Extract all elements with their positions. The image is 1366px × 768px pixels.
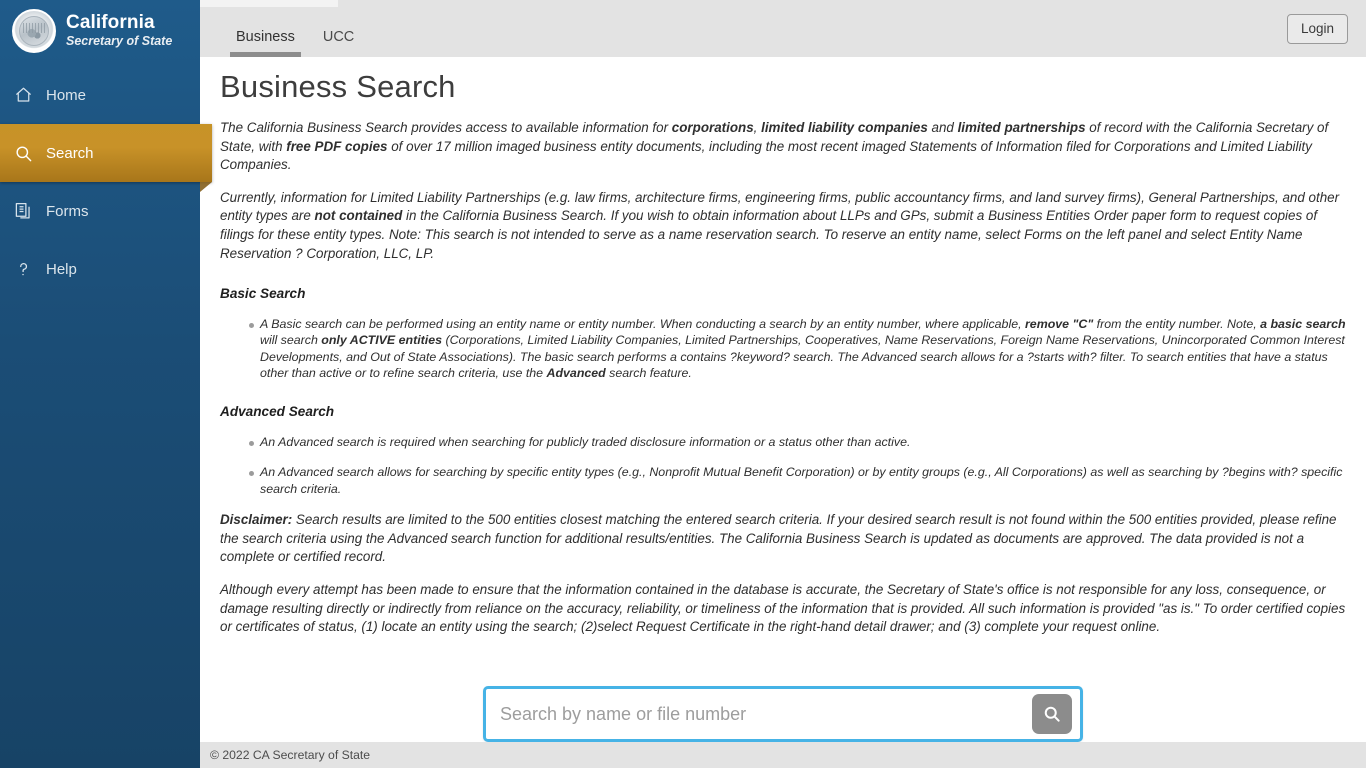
bs-b3: only ACTIVE entities	[321, 333, 443, 348]
basic-search-bullet: A Basic search can be performed using an…	[260, 316, 1346, 382]
list-item: A Basic search can be performed using an…	[220, 316, 1346, 382]
brand-header: California Secretary of State	[0, 0, 200, 62]
disclaimer-label: Disclaimer:	[220, 512, 293, 528]
bs-t3: will search	[260, 333, 322, 348]
login-button[interactable]: Login	[1286, 14, 1348, 44]
list-item: An Advanced search allows for searching …	[220, 464, 1346, 497]
bs-t5: search feature.	[605, 365, 692, 380]
page-root: California Secretary of State Home Searc…	[0, 0, 1366, 768]
top-bar: Business UCC Login	[200, 0, 1366, 57]
sidebar-item-help[interactable]: Help	[0, 240, 200, 298]
intro-b1: corporations	[671, 120, 754, 135]
california-state-seal-icon	[12, 9, 56, 53]
tab-ucc[interactable]: UCC	[309, 29, 368, 57]
advanced-search-bullet-2: An Advanced search allows for searching …	[260, 465, 1343, 496]
advanced-search-heading: Advanced Search	[220, 404, 335, 420]
sidebar-item-label: Home	[46, 86, 87, 104]
intro-t1: The California Business Search provides …	[220, 120, 672, 135]
search-bar[interactable]	[483, 686, 1083, 742]
sidebar-nav: Home Search Forms Help	[0, 66, 212, 298]
intro-paragraph: The California Business Search provides …	[220, 119, 1346, 175]
brand-title: California	[66, 12, 155, 34]
footer: © 2022 CA Secretary of State	[200, 742, 1366, 768]
search-icon	[14, 144, 40, 163]
legal-paragraph: Although every attempt has been made to …	[220, 581, 1346, 635]
tab-label: UCC	[322, 29, 355, 45]
sidebar-item-label: Search	[46, 144, 94, 162]
tab-business[interactable]: Business	[222, 29, 309, 57]
home-icon	[14, 86, 40, 104]
brand-subtitle: Secretary of State	[66, 34, 173, 49]
intro-t2: ,	[753, 120, 762, 135]
advanced-search-list: An Advanced search is required when sear…	[220, 434, 1346, 497]
sidebar-item-home[interactable]: Home	[0, 66, 200, 124]
disclaimer-text: Search results are limited to the 500 en…	[220, 512, 1337, 565]
bs-t2: from the entity number. Note,	[1093, 316, 1261, 331]
tab-label: Business	[236, 29, 295, 45]
tab-bar: Business UCC	[222, 7, 368, 57]
search-icon	[1044, 706, 1060, 722]
topbar-notch	[200, 0, 338, 7]
bs-b1: remove "C"	[1024, 316, 1094, 331]
page-title: Business Search	[220, 69, 456, 104]
main-content: Business Search The California Business …	[200, 57, 1366, 742]
sidebar-item-search[interactable]: Search	[0, 124, 212, 192]
content-body: The California Business Search provides …	[200, 119, 1366, 637]
basic-search-list: A Basic search can be performed using an…	[220, 316, 1346, 382]
disclaimer-paragraph: Disclaimer: Search results are limited t…	[220, 511, 1346, 567]
brand-text: California Secretary of State	[66, 13, 172, 48]
search-input[interactable]	[486, 689, 1032, 739]
basic-search-heading: Basic Search	[220, 286, 306, 302]
bs-b4: Advanced	[546, 365, 606, 380]
search-submit-button[interactable]	[1032, 694, 1072, 734]
currently-paragraph: Currently, information for Limited Liabi…	[220, 189, 1346, 263]
bs-t1: A Basic search can be performed using an…	[260, 316, 1025, 331]
sidebar-item-label: Help	[46, 260, 77, 278]
currently-b1: not contained	[314, 208, 403, 224]
intro-b3: limited partnerships	[957, 120, 1086, 135]
bs-b2: a basic search	[1260, 316, 1346, 331]
advanced-search-bullet-1: An Advanced search is required when sear…	[260, 434, 911, 449]
list-item: An Advanced search is required when sear…	[220, 434, 1346, 450]
sidebar-item-label: Forms	[46, 202, 89, 220]
forms-icon	[14, 202, 40, 221]
sidebar: California Secretary of State Home Searc…	[0, 0, 212, 768]
intro-b2: limited liability companies	[761, 120, 928, 135]
sidebar-item-forms[interactable]: Forms	[0, 182, 200, 240]
intro-t3: and	[927, 120, 958, 135]
footer-copyright: © 2022 CA Secretary of State	[210, 748, 371, 762]
intro-b4: free PDF copies	[286, 138, 388, 154]
help-icon	[14, 260, 40, 279]
